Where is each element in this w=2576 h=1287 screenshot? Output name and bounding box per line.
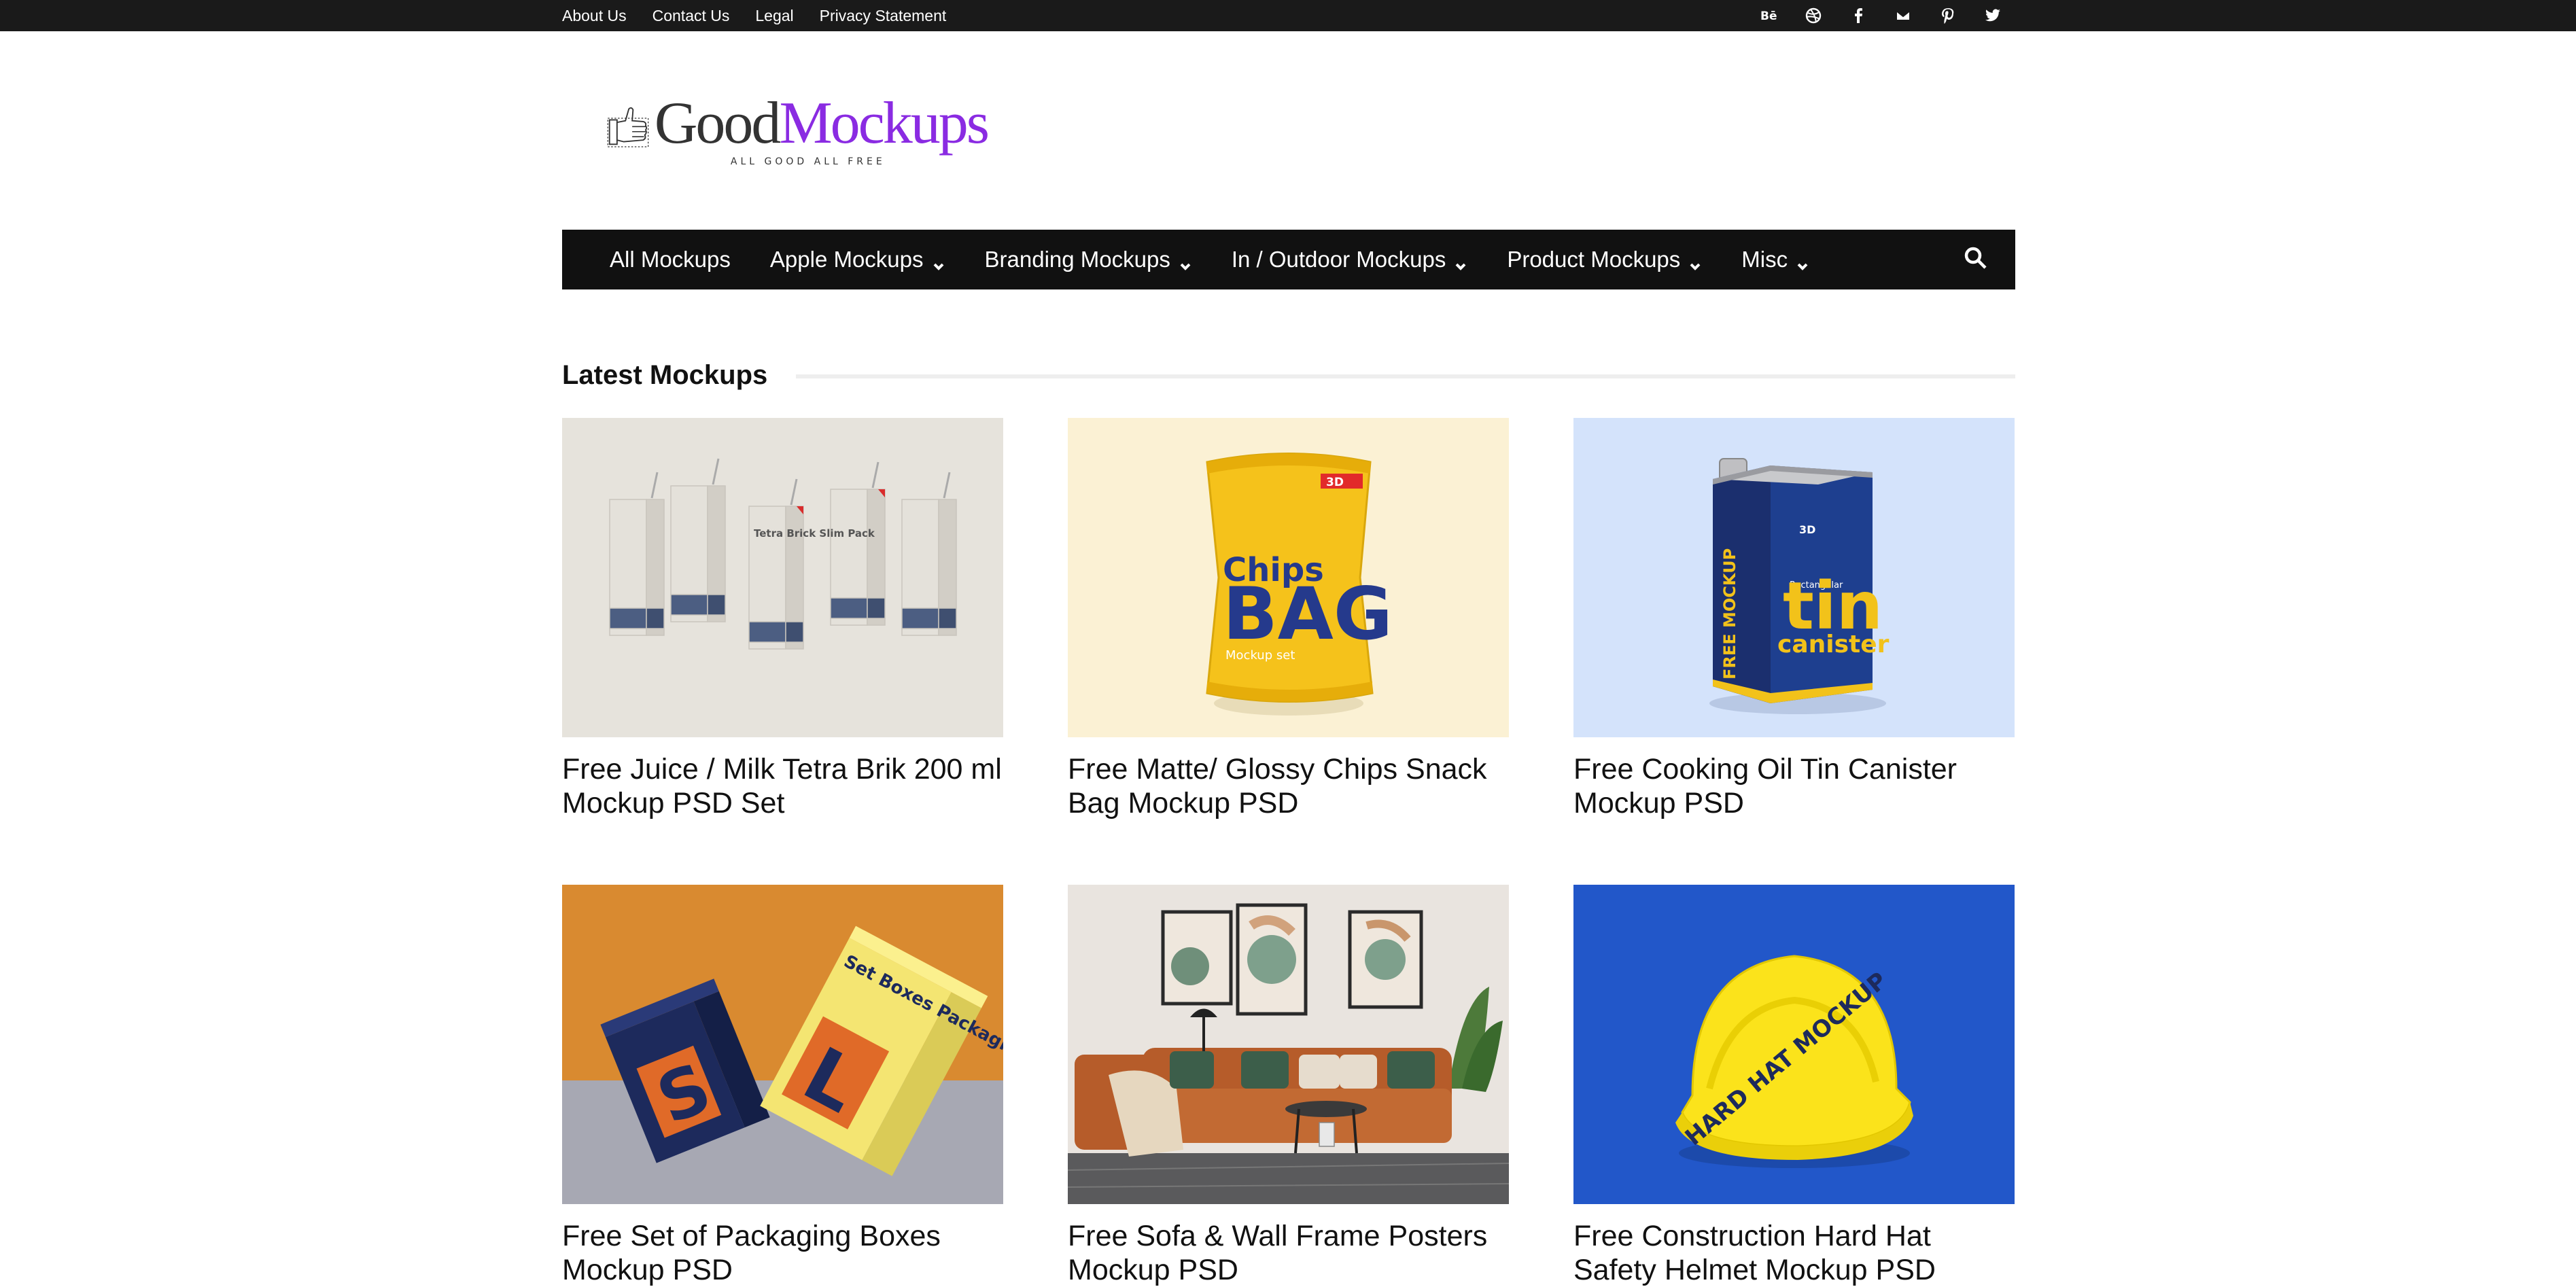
- post-card[interactable]: Tetra Brick Slim Pack Free Juice / Milk …: [562, 418, 1003, 820]
- nav-items: All Mockups Apple Mockups Branding Mocku…: [562, 247, 1809, 272]
- logo-word-mockups: Mockups: [779, 90, 990, 156]
- section-header: Latest Mockups: [562, 355, 2015, 395]
- nav-item-label: Branding Mockups: [984, 247, 1170, 272]
- logo-word-good: Good: [654, 90, 782, 156]
- thumbs-up-logo-icon: [607, 107, 649, 147]
- chevron-down-icon: [1796, 253, 1809, 270]
- sofa-frames-image: [1068, 885, 1509, 1204]
- top-bar: About Us Contact Us Legal Privacy Statem…: [0, 0, 2576, 31]
- chips-badge: 3D: [1326, 476, 1344, 489]
- tin-canister-word: canister: [1777, 631, 1890, 658]
- tin-side-text: FREE MOCKUP: [1720, 548, 1739, 680]
- post-card[interactable]: FREE MOCKUP 3D Rectangular tin canister …: [1573, 418, 2015, 820]
- logo-tagline: ALL GOOD ALL FREE: [730, 156, 886, 167]
- post-title[interactable]: Free Juice / Milk Tetra Brik 200 ml Mock…: [562, 752, 1003, 820]
- facebook-icon[interactable]: [1848, 5, 1868, 26]
- chips-big-text: BAG: [1223, 572, 1393, 656]
- tin-canister-image: FREE MOCKUP 3D Rectangular tin canister: [1573, 418, 2015, 737]
- post-card[interactable]: HARD HAT MOCKUP Free Construction Hard H…: [1573, 885, 2015, 1287]
- nav-item-label: Misc: [1741, 247, 1788, 272]
- section-title: Latest Mockups: [562, 359, 768, 390]
- nav-item-label: All Mockups: [610, 247, 731, 272]
- post-thumbnail[interactable]: 3D Chips BAG Mockup set: [1068, 418, 1509, 737]
- post-card[interactable]: 3D Chips BAG Mockup set Free Matte/ Glos…: [1068, 418, 1509, 820]
- post-thumbnail[interactable]: S L Set Boxes Packaging: [562, 885, 1003, 1204]
- post-thumbnail[interactable]: Tetra Brick Slim Pack: [562, 418, 1003, 737]
- packaging-boxes-image: S L Set Boxes Packaging: [562, 885, 1003, 1204]
- nav-item-label: In / Outdoor Mockups: [1231, 247, 1446, 272]
- search-icon: [1964, 247, 1987, 269]
- top-link-legal[interactable]: Legal: [755, 7, 793, 25]
- top-links: About Us Contact Us Legal Privacy Statem…: [562, 7, 946, 25]
- chevron-down-icon: [1688, 253, 1702, 270]
- twitter-icon[interactable]: [1983, 5, 2003, 26]
- chips-bag-image: 3D Chips BAG Mockup set: [1068, 418, 1509, 737]
- top-link-contact[interactable]: Contact Us: [652, 7, 730, 25]
- chevron-down-icon: [1179, 253, 1192, 270]
- logo-title: GoodMockups: [655, 94, 990, 154]
- nav-item-misc[interactable]: Misc: [1741, 247, 1809, 272]
- tin-badge: 3D: [1799, 523, 1815, 536]
- nav-item-all-mockups[interactable]: All Mockups: [610, 247, 731, 272]
- tetra-brik-image: Tetra Brick Slim Pack: [562, 418, 1003, 737]
- post-thumbnail[interactable]: [1068, 885, 1509, 1204]
- post-title[interactable]: Free Cooking Oil Tin Canister Mockup PSD: [1573, 752, 2015, 820]
- top-link-privacy[interactable]: Privacy Statement: [820, 7, 947, 25]
- mail-icon[interactable]: [1893, 5, 1913, 26]
- tetra-label: Tetra Brick Slim Pack: [754, 527, 875, 540]
- behance-icon[interactable]: Bē: [1758, 5, 1779, 26]
- top-bar-inner: About Us Contact Us Legal Privacy Statem…: [562, 0, 2015, 31]
- post-card[interactable]: Free Sofa & Wall Frame Posters Mockup PS…: [1068, 885, 1509, 1287]
- logo-wordmark: GoodMockups ALL GOOD ALL FREE: [655, 94, 990, 168]
- chevron-down-icon: [1454, 253, 1467, 270]
- post-thumbnail[interactable]: FREE MOCKUP 3D Rectangular tin canister: [1573, 418, 2015, 737]
- nav-item-product-mockups[interactable]: Product Mockups: [1507, 247, 1702, 272]
- post-title[interactable]: Free Matte/ Glossy Chips Snack Bag Mocku…: [1068, 752, 1509, 820]
- chevron-down-icon: [932, 253, 945, 270]
- search-button[interactable]: [1962, 245, 1992, 275]
- post-thumbnail[interactable]: HARD HAT MOCKUP: [1573, 885, 2015, 1204]
- main-nav: All Mockups Apple Mockups Branding Mocku…: [562, 230, 2015, 289]
- nav-item-branding-mockups[interactable]: Branding Mockups: [985, 247, 1192, 272]
- post-card[interactable]: S L Set Boxes Packaging Free Set of Pack…: [562, 885, 1003, 1287]
- top-link-about[interactable]: About Us: [562, 7, 627, 25]
- hard-hat-image: HARD HAT MOCKUP: [1573, 885, 2015, 1204]
- post-title[interactable]: Free Set of Packaging Boxes Mockup PSD: [562, 1219, 1003, 1287]
- dribbble-icon[interactable]: [1803, 5, 1824, 26]
- nav-item-label: Product Mockups: [1507, 247, 1681, 272]
- svg-text:Bē: Bē: [1760, 10, 1777, 23]
- nav-item-label: Apple Mockups: [769, 247, 924, 272]
- chips-subtitle: Mockup set: [1225, 648, 1295, 663]
- pinterest-icon[interactable]: [1938, 5, 1958, 26]
- post-title[interactable]: Free Construction Hard Hat Safety Helmet…: [1573, 1219, 2015, 1287]
- nav-item-apple-mockups[interactable]: Apple Mockups: [770, 247, 945, 272]
- section-divider: [796, 374, 2015, 378]
- site-logo[interactable]: GoodMockups ALL GOOD ALL FREE: [607, 87, 990, 169]
- social-links: Bē: [1758, 5, 2003, 26]
- nav-item-in-outdoor-mockups[interactable]: In / Outdoor Mockups: [1232, 247, 1467, 272]
- post-title[interactable]: Free Sofa & Wall Frame Posters Mockup PS…: [1068, 1219, 1509, 1287]
